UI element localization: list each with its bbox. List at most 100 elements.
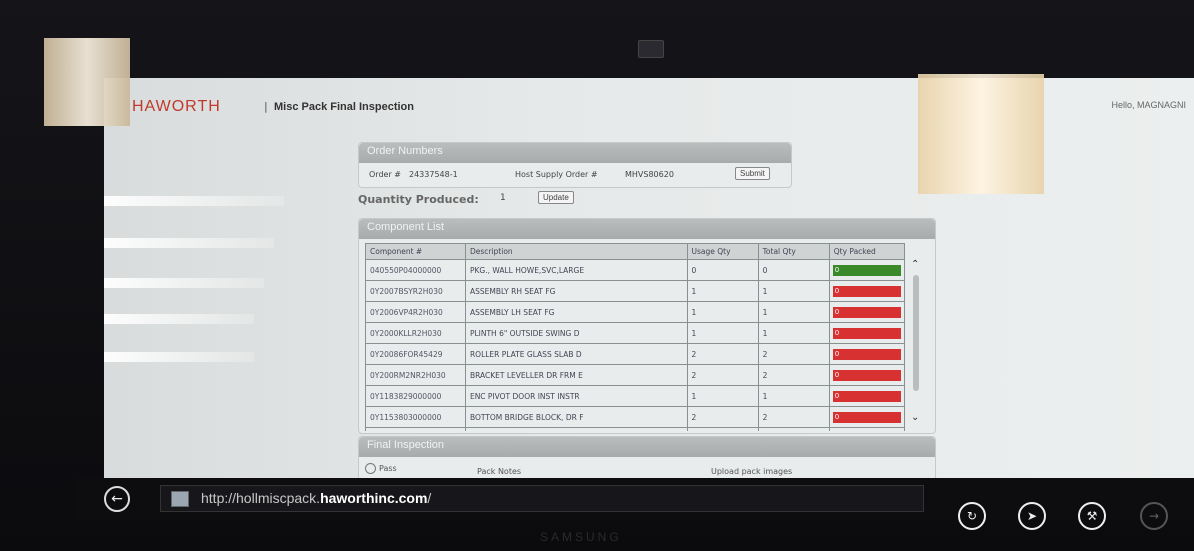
chevron-down-icon[interactable]: ⌄ bbox=[911, 412, 919, 423]
glare-streak bbox=[104, 238, 274, 248]
qty-packed-cell: 0 bbox=[828, 406, 905, 428]
component-number: 0Y200RM2NR2H030 bbox=[365, 364, 466, 386]
col-usage-qty: Usage Qty bbox=[686, 243, 759, 260]
qty-packed-cell: 0 bbox=[828, 322, 905, 344]
component-table: Component # Description Usage Qty Total … bbox=[365, 243, 905, 431]
col-qty-packed: Qty Packed bbox=[828, 243, 905, 260]
col-total-qty: Total Qty bbox=[757, 243, 830, 260]
usage-qty: 2 bbox=[686, 406, 759, 428]
pass-radio[interactable]: Pass bbox=[365, 463, 397, 474]
total-qty: 1 bbox=[757, 322, 830, 344]
scroll-thumb[interactable] bbox=[913, 275, 919, 391]
glare-reflection bbox=[918, 74, 1044, 194]
total-qty: 0 bbox=[757, 259, 830, 281]
qty-packed-input[interactable]: 0 bbox=[832, 348, 901, 360]
table-row: 0Y200RM2NR2H030 BRACKET LEVELLER DR FRM E… bbox=[365, 364, 905, 386]
col-description: Description bbox=[464, 243, 688, 260]
component-number: 0Y2000KLLR2H030 bbox=[365, 322, 466, 344]
qty-packed-cell: 0 bbox=[828, 343, 905, 365]
usage-qty: 1 bbox=[686, 280, 759, 302]
favicon-icon bbox=[171, 491, 189, 507]
component-description: BOTTOM BRIDGE BLOCK, DR F bbox=[464, 406, 688, 428]
qty-packed-input[interactable]: 0 bbox=[832, 369, 901, 381]
wrench-icon[interactable]: ⚒ bbox=[1078, 502, 1106, 530]
qty-packed-input[interactable]: 0 bbox=[832, 264, 901, 276]
pass-label: Pass bbox=[379, 464, 397, 473]
qty-packed-input[interactable]: 0 bbox=[832, 327, 901, 339]
quantity-input[interactable]: 1 bbox=[500, 193, 506, 203]
qty-packed-input[interactable]: 0 bbox=[832, 411, 901, 423]
usage-qty: 1 bbox=[686, 322, 759, 344]
component-description: ENC PIVOT DOOR INST INSTR bbox=[464, 385, 688, 407]
table-row: 040550P04000000 PKG., WALL HOWE,SVC,LARGE… bbox=[365, 259, 905, 281]
component-description: ASSEMBLY RH SEAT FG bbox=[464, 280, 688, 302]
total-qty: 2 bbox=[757, 364, 830, 386]
qty-packed-input[interactable]: 0 bbox=[832, 306, 901, 318]
total-qty: 1 bbox=[757, 385, 830, 407]
total-qty: 1 bbox=[757, 301, 830, 323]
total-qty: 2 bbox=[757, 406, 830, 428]
glare-streak bbox=[104, 314, 254, 324]
component-number: 0Y1016191000000 bbox=[365, 427, 466, 431]
host-order-label: Host Supply Order # bbox=[515, 170, 598, 179]
quantity-label: Quantity Produced: bbox=[358, 193, 479, 206]
table-row: 0Y20086FOR45429 ROLLER PLATE GLASS SLAB D… bbox=[365, 343, 905, 365]
table-row: 0Y1153803000000 BOTTOM BRIDGE BLOCK, DR F… bbox=[365, 406, 905, 428]
glare-streak bbox=[104, 352, 254, 362]
component-description: SCREW 1/4-20X3/8 FLAT H/C bbox=[464, 427, 688, 431]
order-value[interactable]: 24337548-1 bbox=[409, 170, 458, 179]
pin-icon[interactable]: ➤ bbox=[1018, 502, 1046, 530]
update-button[interactable]: Update bbox=[538, 191, 574, 204]
qty-packed-cell: 0 bbox=[828, 364, 905, 386]
table-row: 0Y1183829000000 ENC PIVOT DOOR INST INSTR… bbox=[365, 385, 905, 407]
page-title: Misc Pack Final Inspection bbox=[274, 101, 414, 113]
panel-title: Order Numbers bbox=[359, 143, 791, 163]
back-arrow-icon[interactable]: ← bbox=[104, 486, 130, 512]
component-table-body: 040550P04000000 PKG., WALL HOWE,SVC,LARGE… bbox=[365, 259, 905, 431]
total-qty: 1 bbox=[757, 280, 830, 302]
refresh-icon[interactable]: ↻ bbox=[958, 502, 986, 530]
table-row: 0Y2007BSYR2H030 ASSEMBLY RH SEAT FG 1 1 0 bbox=[365, 280, 905, 302]
total-qty: 8 bbox=[757, 427, 830, 431]
url-input[interactable]: http://hollmiscpack.haworthinc.com/ bbox=[160, 485, 924, 512]
url-text[interactable]: http://hollmiscpack.haworthinc.com/ bbox=[201, 490, 431, 506]
usage-qty: 8 bbox=[686, 427, 759, 431]
component-description: ROLLER PLATE GLASS SLAB D bbox=[464, 343, 688, 365]
component-number: 0Y1183829000000 bbox=[365, 385, 466, 407]
order-numbers-panel: Order Numbers Order # 24337548-1 Host Su… bbox=[358, 142, 792, 188]
component-description: PLINTH 6" OUTSIDE SWING D bbox=[464, 322, 688, 344]
component-number: 0Y20086FOR45429 bbox=[365, 343, 466, 365]
glare-reflection bbox=[44, 38, 130, 126]
usage-qty: 2 bbox=[686, 364, 759, 386]
table-scrollbar[interactable]: ⌃ ⌄ bbox=[907, 259, 925, 423]
forward-arrow-icon[interactable]: → bbox=[1140, 502, 1168, 530]
component-table-wrap: Component # Description Usage Qty Total … bbox=[365, 243, 905, 431]
panel-title: Component List bbox=[359, 219, 935, 239]
chevron-up-icon[interactable]: ⌃ bbox=[911, 259, 919, 270]
usage-qty: 1 bbox=[686, 385, 759, 407]
radio-icon[interactable] bbox=[365, 463, 376, 474]
camera-icon bbox=[638, 40, 664, 58]
order-label: Order # bbox=[369, 170, 401, 179]
qty-packed-input[interactable]: 0 bbox=[832, 285, 901, 297]
submit-button[interactable]: Submit bbox=[735, 167, 770, 180]
component-number: 0Y2007BSYR2H030 bbox=[365, 280, 466, 302]
component-description: BRACKET LEVELLER DR FRM E bbox=[464, 364, 688, 386]
haworth-logo: HAWORTH bbox=[132, 98, 221, 115]
host-order-value[interactable]: MHVS80620 bbox=[625, 170, 674, 179]
order-row: Order # 24337548-1 Host Supply Order # M… bbox=[359, 163, 791, 191]
table-header-row: Component # Description Usage Qty Total … bbox=[365, 243, 905, 260]
usage-qty: 2 bbox=[686, 343, 759, 365]
glare-streak bbox=[104, 196, 284, 206]
qty-packed-cell: 0 bbox=[828, 301, 905, 323]
table-row: 0Y1016191000000SCREW 1/4-20X3/8 FLAT H/C… bbox=[365, 427, 905, 431]
qty-packed-cell: 0 bbox=[828, 385, 905, 407]
pack-notes-label: Pack Notes bbox=[477, 467, 522, 476]
component-list-panel: Component List Component # Description U… bbox=[358, 218, 936, 434]
qty-packed-input[interactable]: 0 bbox=[832, 390, 901, 402]
qty-packed-cell: 0 bbox=[828, 427, 905, 431]
total-qty: 2 bbox=[757, 343, 830, 365]
upload-images-link[interactable]: Upload pack images bbox=[711, 467, 792, 476]
title-separator: | bbox=[264, 100, 268, 113]
table-row: 0Y2000KLLR2H030 PLINTH 6" OUTSIDE SWING D… bbox=[365, 322, 905, 344]
